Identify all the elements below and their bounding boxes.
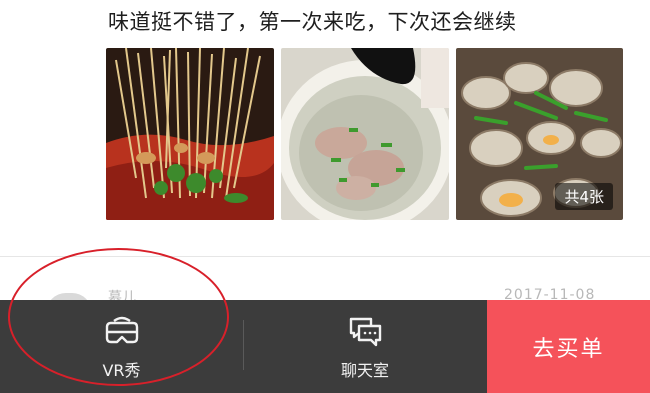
vr-show-label: VR秀: [102, 360, 141, 380]
review-photo-soup[interactable]: [281, 48, 449, 220]
review-text: 味道挺不错了，第一次来吃，下次还会继续: [108, 10, 517, 34]
vr-headset-icon: [102, 313, 142, 351]
chat-room-label: 聊天室: [340, 360, 389, 380]
review-photo-skewers[interactable]: [106, 48, 274, 220]
chat-room-button[interactable]: 聊天室: [243, 300, 487, 393]
photo-count-badge: 共4张: [555, 183, 613, 210]
pork-soup-image: [281, 48, 449, 220]
bottom-action-bar: VR秀 聊天室 去买单: [0, 300, 650, 393]
vr-show-button[interactable]: VR秀: [0, 300, 243, 393]
chat-bubbles-icon: [345, 313, 385, 351]
pay-bill-label: 去买单: [532, 336, 605, 362]
skewer-hotpot-image: [106, 48, 274, 220]
review-photo-clams[interactable]: 共4张: [456, 48, 623, 220]
review-divider: [0, 256, 650, 257]
pay-bill-button[interactable]: 去买单: [487, 300, 650, 393]
